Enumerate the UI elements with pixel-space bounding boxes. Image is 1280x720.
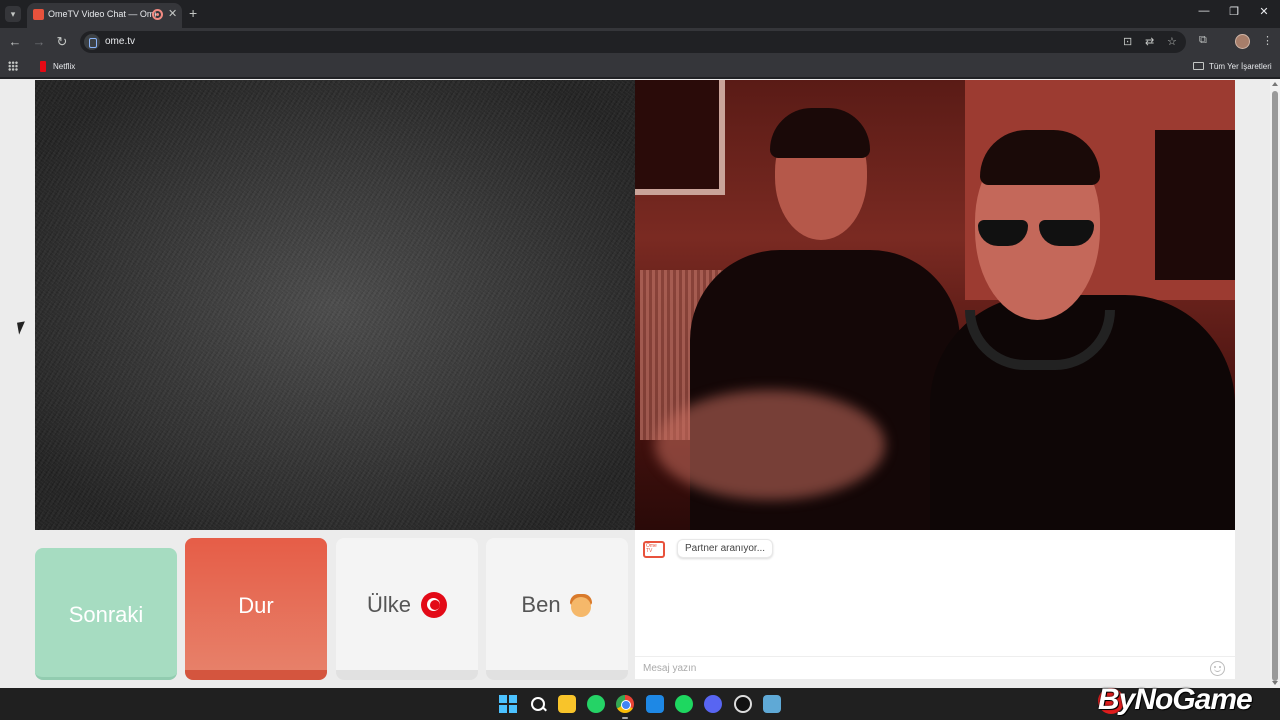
extensions-icon[interactable]: ⧉: [1199, 34, 1207, 47]
folder-icon: [1193, 62, 1204, 70]
scroll-up-arrow-icon[interactable]: [1272, 82, 1278, 86]
page-scrollbar[interactable]: [1270, 79, 1280, 688]
person-left-hair: [770, 108, 870, 158]
chat-panel: Ome TV Partner aranıyor...: [635, 530, 1235, 679]
next-label: Sonraki: [68, 602, 144, 628]
app-icon[interactable]: [763, 695, 781, 713]
hand-motion-blur: [655, 390, 885, 500]
back-button[interactable]: ←: [8, 34, 22, 49]
stop-label: Dur: [238, 593, 274, 619]
ometv-logo-icon: Ome TV: [643, 541, 665, 558]
apps-grid-icon[interactable]: [8, 61, 18, 71]
scroll-down-arrow-icon[interactable]: [1272, 681, 1278, 685]
ometv-favicon-icon: [33, 9, 44, 20]
background-shadow: [1155, 130, 1235, 280]
status-message: Partner aranıyor...: [677, 539, 774, 558]
country-button[interactable]: Ülke: [336, 538, 478, 680]
sunglasses-right-lens: [1039, 220, 1094, 246]
partner-video: [635, 80, 1235, 530]
spotify-icon[interactable]: [675, 695, 693, 713]
ometv-page: Sonraki Dur Ülke Ben Ome TV Partner aran…: [0, 79, 1270, 688]
site-info-icon[interactable]: [84, 34, 100, 50]
minimize-button[interactable]: —: [1197, 5, 1211, 17]
discord-icon[interactable]: [704, 695, 722, 713]
turkey-flag-icon: [421, 592, 447, 619]
background-window: [635, 80, 725, 195]
emoji-icon[interactable]: [1210, 661, 1225, 676]
obs-icon[interactable]: [734, 695, 752, 713]
chat-logo-text: Ome TV: [646, 543, 657, 554]
new-tab-button[interactable]: +: [189, 5, 197, 21]
translate-icon[interactable]: ⇄: [1145, 35, 1154, 48]
bookmarks-bar: Netflix Tüm Yer İşaretleri: [0, 56, 1280, 78]
next-button[interactable]: Sonraki: [35, 548, 177, 680]
tab-search-button[interactable]: ▾: [5, 6, 21, 22]
scroll-thumb[interactable]: [1272, 91, 1278, 681]
profile-avatar[interactable]: [1235, 34, 1250, 49]
chrome-icon[interactable]: [616, 695, 634, 713]
me-label: Ben: [521, 592, 561, 618]
tab-close-button[interactable]: ✕: [168, 7, 177, 20]
reload-button[interactable]: ↻: [55, 34, 69, 50]
stop-button[interactable]: Dur: [185, 538, 327, 680]
file-explorer-icon[interactable]: [558, 695, 576, 713]
address-bar[interactable]: ome.tv ⊡ ⇄ ☆: [80, 31, 1186, 53]
windows-taskbar: [0, 688, 1280, 720]
whatsapp-icon[interactable]: [587, 695, 605, 713]
tab-strip: ▾ OmeTV Video Chat — OmeTV ✕ + — ❐ ✕: [0, 0, 1280, 28]
country-label: Ülke: [366, 592, 411, 618]
all-bookmarks-label: Tüm Yer İşaretleri: [1209, 62, 1272, 71]
url-text: ome.tv: [105, 36, 136, 47]
active-app-indicator: [622, 717, 628, 719]
browser-tab[interactable]: OmeTV Video Chat — OmeTV ✕: [27, 3, 182, 28]
boy-emoji-icon: [569, 592, 593, 618]
gender-button[interactable]: Ben: [486, 538, 628, 680]
windows-start-icon[interactable]: [499, 695, 517, 713]
local-video-static: [35, 80, 635, 530]
install-app-icon[interactable]: ⊡: [1123, 35, 1132, 48]
tab-title: OmeTV Video Chat — OmeTV: [48, 9, 156, 19]
recording-indicator-icon: [152, 9, 163, 20]
chat-input-area: [635, 656, 1235, 679]
netflix-icon: [40, 61, 46, 72]
menu-icon[interactable]: ⋮: [1262, 34, 1273, 47]
forward-button[interactable]: →: [32, 34, 46, 49]
vscode-icon[interactable]: [646, 695, 664, 713]
message-input[interactable]: [635, 657, 1205, 679]
search-icon[interactable]: [529, 695, 547, 713]
restore-button[interactable]: ❐: [1227, 5, 1241, 18]
bookmark-star-icon[interactable]: ☆: [1167, 35, 1177, 48]
bookmark-label: Netflix: [53, 62, 76, 71]
watermark: ByNoGame: [1098, 683, 1253, 716]
close-window-button[interactable]: ✕: [1257, 5, 1271, 18]
browser-toolbar: ← → ↻ ome.tv ⊡ ⇄ ☆ ⧉ ⋮: [0, 28, 1280, 56]
